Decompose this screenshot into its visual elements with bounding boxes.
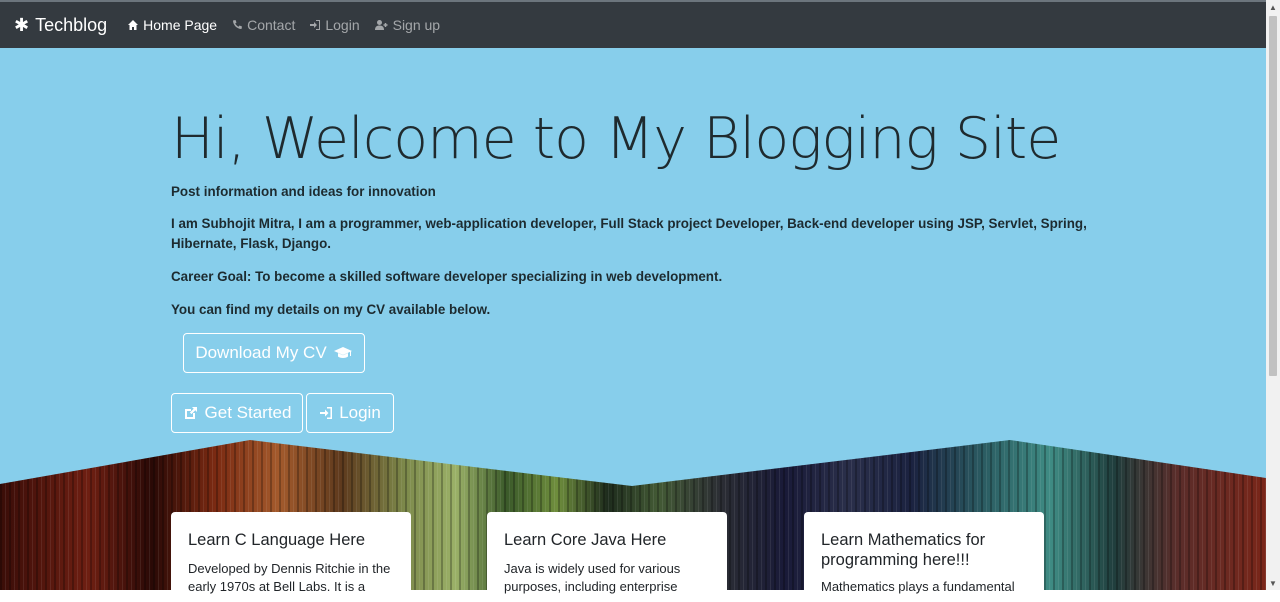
nav-signup-label: Sign up	[392, 17, 441, 33]
card-title: Learn C Language Here	[188, 531, 366, 549]
hero-login-button[interactable]: Login	[306, 393, 394, 433]
phone-icon	[233, 20, 243, 29]
nav-contact-link[interactable]: Contact	[231, 17, 295, 33]
nav-login-label: Login	[325, 17, 360, 33]
user-plus-icon	[374, 20, 388, 30]
nav-login-link[interactable]: Login	[309, 17, 360, 33]
sign-in-icon	[320, 407, 333, 419]
hero-cv-note: You can find my details on my CV availab…	[171, 302, 491, 317]
card-text: Mathematics plays a fundamental	[821, 579, 1015, 594]
card-text: Developed by Dennis Ritchie in the early…	[188, 561, 391, 594]
card-text: Java is widely used for various purposes…	[504, 561, 681, 594]
nav-signup-link[interactable]: Sign up	[374, 17, 440, 33]
get-started-label: Get Started	[204, 403, 292, 422]
asterisk-icon: ✱	[14, 15, 30, 35]
download-cv-label: Download My CV	[195, 343, 327, 362]
hero-login-label: Login	[339, 403, 381, 422]
card-c-language: Learn C Language Here Developed by Denni…	[171, 512, 411, 602]
hero-title: Hi, Welcome to My Blogging Site	[171, 106, 1061, 172]
external-link-icon	[184, 407, 197, 419]
hero-tagline: Post information and ideas for innovatio…	[171, 184, 436, 199]
scroll-up-arrow-icon[interactable]: ▲	[1266, 0, 1280, 14]
nav-home-label: Home Page	[143, 17, 218, 33]
nav-contact-label: Contact	[247, 17, 296, 33]
hero-intro: I am Subhojit Mitra, I am a programmer, …	[171, 216, 1087, 251]
hero-section: Hi, Welcome to My Blogging Site Post inf…	[0, 48, 1266, 590]
scrollbar-thumb[interactable]	[1269, 16, 1277, 376]
graduation-cap-icon	[333, 347, 352, 358]
brand-link[interactable]: ✱ Techblog	[14, 15, 107, 36]
card-title: Learn Mathematics for programming here!!…	[821, 531, 986, 569]
card-core-java: Learn Core Java Here Java is widely used…	[487, 512, 727, 602]
card-title: Learn Core Java Here	[504, 531, 667, 549]
get-started-button[interactable]: Get Started	[171, 393, 303, 433]
hero-career-goal: Career Goal: To become a skilled softwar…	[171, 269, 723, 284]
scroll-down-arrow-icon[interactable]: ▼	[1266, 576, 1280, 590]
vertical-scrollbar[interactable]: ▲ ▼	[1266, 0, 1280, 590]
card-mathematics: Learn Mathematics for programming here!!…	[804, 512, 1044, 602]
navbar: ✱ Techblog Home Page Contact Login Sign …	[0, 0, 1266, 48]
download-cv-button[interactable]: Download My CV	[183, 333, 365, 373]
sign-in-icon	[310, 20, 321, 30]
nav-home-link[interactable]: Home Page	[127, 17, 217, 33]
home-icon	[128, 20, 139, 30]
brand-label: Techblog	[35, 14, 108, 35]
